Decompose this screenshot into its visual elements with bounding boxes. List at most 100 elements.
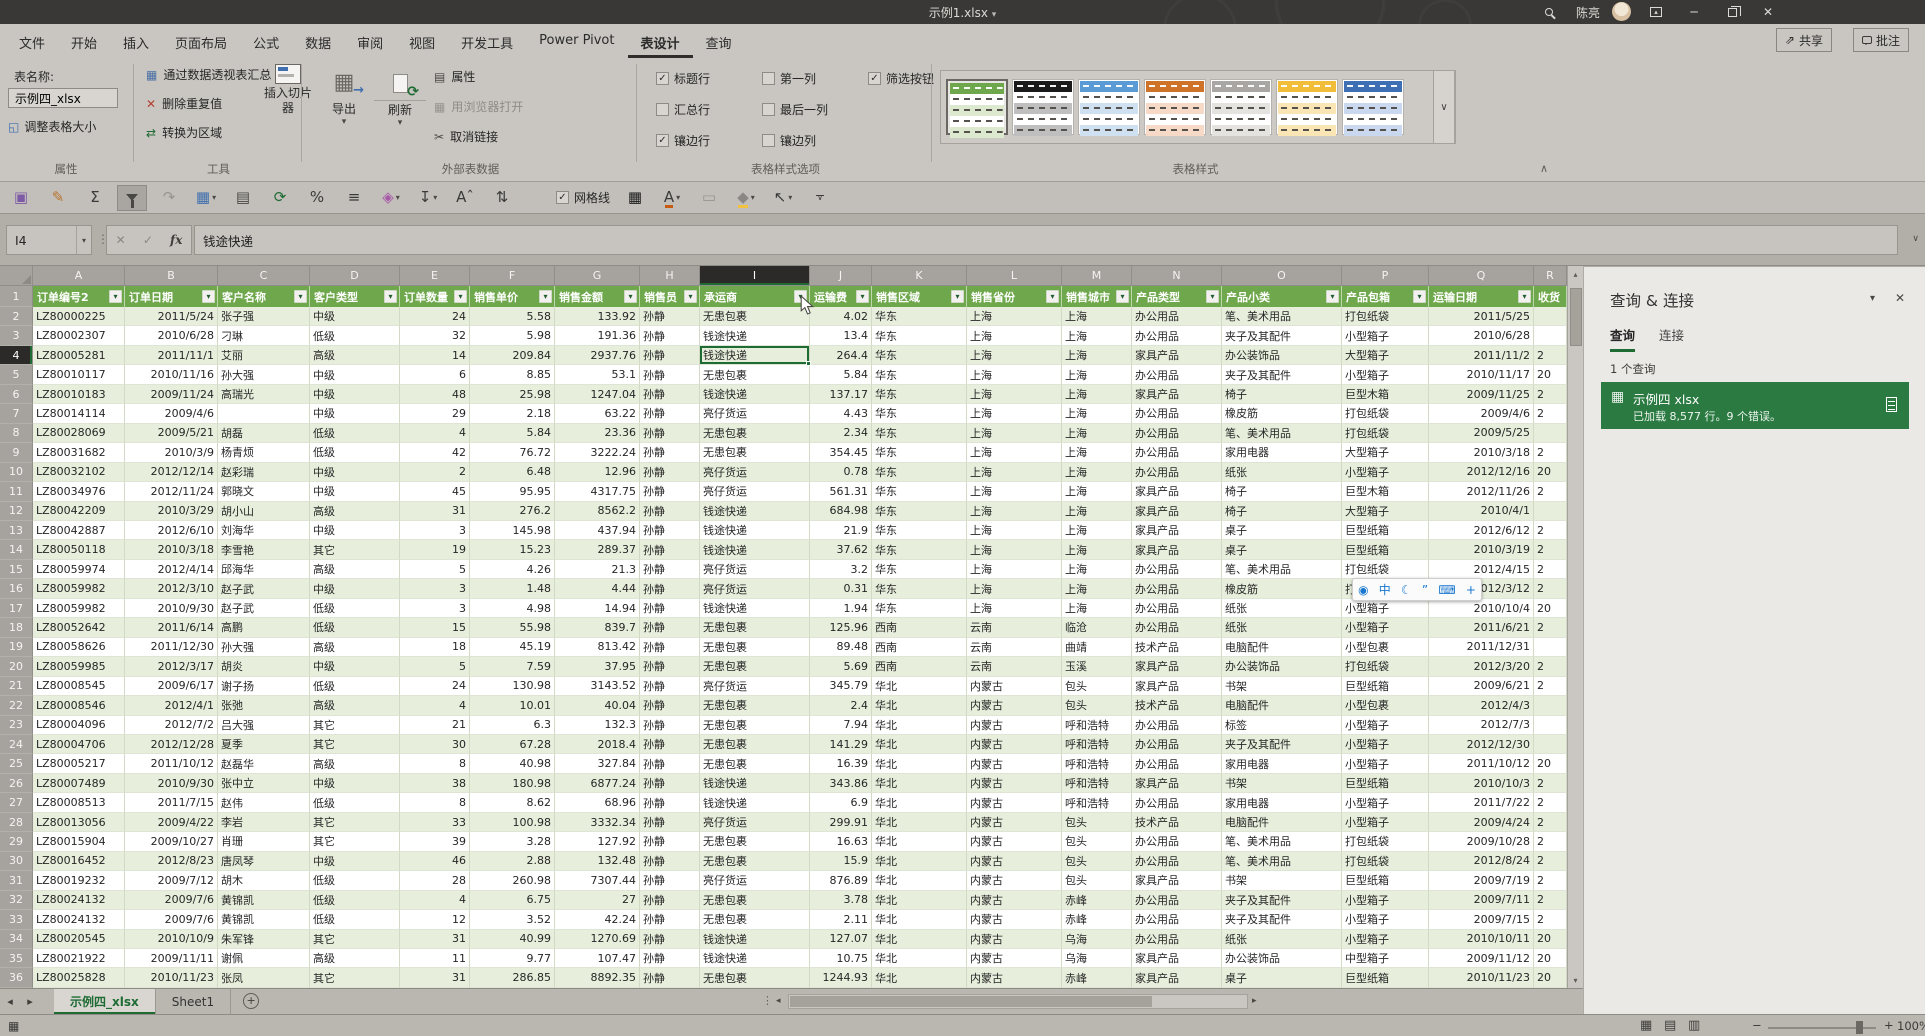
cell-M22[interactable]: 包头 — [1062, 696, 1132, 716]
cell-H20[interactable]: 孙静 — [640, 657, 700, 677]
cell-H9[interactable]: 孙静 — [640, 443, 700, 463]
cell-L13[interactable]: 上海 — [967, 520, 1062, 541]
cell-J20[interactable]: 5.69 — [810, 657, 872, 677]
cell-H27[interactable]: 孙静 — [640, 793, 700, 813]
cell-F28[interactable]: 100.98 — [470, 812, 555, 833]
cell-E10[interactable]: 2 — [400, 462, 470, 483]
cell-G29[interactable]: 127.92 — [555, 832, 640, 852]
cell-K17[interactable]: 华东 — [872, 598, 967, 619]
cell-D15[interactable]: 高级 — [310, 559, 400, 580]
formula-input[interactable]: 钱途快递 — [194, 225, 1898, 255]
cell-D25[interactable]: 高级 — [310, 754, 400, 774]
cell-G14[interactable]: 289.37 — [555, 540, 640, 560]
font-color-icon[interactable]: A ▾ — [657, 185, 687, 211]
cell-B16[interactable]: 2012/3/10 — [125, 579, 218, 599]
cell-D30[interactable]: 中级 — [310, 851, 400, 872]
cell-Q8[interactable]: 2009/5/25 — [1429, 423, 1534, 444]
cell-F20[interactable]: 7.59 — [470, 657, 555, 677]
cell-B35[interactable]: 2009/11/11 — [125, 948, 218, 969]
cell-E26[interactable]: 38 — [400, 773, 470, 794]
cell-E20[interactable]: 5 — [400, 657, 470, 677]
cell-G2[interactable]: 133.92 — [555, 307, 640, 327]
page-layout-view-icon[interactable]: ▤ — [1664, 1018, 1676, 1033]
save-icon[interactable]: ▣ — [6, 185, 36, 211]
refresh-data-icon[interactable]: ⟳ — [265, 185, 295, 211]
cell-R23[interactable] — [1534, 715, 1567, 735]
cell-P29[interactable]: 打包纸袋 — [1342, 832, 1429, 852]
cell-E22[interactable]: 4 — [400, 696, 470, 716]
cell-N35[interactable]: 家具产品 — [1132, 948, 1222, 969]
column-letter-J[interactable]: J — [810, 266, 872, 286]
cell-I4[interactable]: 钱途快递 — [700, 345, 811, 367]
cell-A29[interactable]: LZ80015904 — [33, 832, 125, 852]
cell-D7[interactable]: 中级 — [310, 404, 400, 424]
cell-D28[interactable]: 其它 — [310, 812, 400, 833]
search-icon[interactable] — [1537, 0, 1561, 24]
cell-N18[interactable]: 办公用品 — [1132, 618, 1222, 638]
column-letter-I[interactable]: I — [700, 266, 810, 286]
cell-Q7[interactable]: 2009/4/6 — [1429, 404, 1534, 424]
cell-F15[interactable]: 4.26 — [470, 559, 555, 580]
cell-F35[interactable]: 9.77 — [470, 948, 555, 969]
cell-C32[interactable]: 黄锦凯 — [218, 890, 310, 911]
ribbon-tab-公式[interactable]: 公式 — [240, 24, 292, 58]
cell-R20[interactable]: 2 — [1534, 657, 1567, 677]
table-style-orange[interactable] — [1144, 79, 1206, 136]
cell-Q5[interactable]: 2010/11/17 — [1429, 365, 1534, 385]
option-第一列[interactable]: 第一列 — [762, 70, 816, 87]
cell-P28[interactable]: 小型箱子 — [1342, 812, 1429, 833]
insert-table-icon[interactable]: ▦ ▾ — [191, 185, 221, 211]
filter-button-M[interactable]: ▾ — [1116, 290, 1129, 303]
option-汇总行[interactable]: 汇总行 — [656, 101, 710, 118]
cell-B27[interactable]: 2011/7/15 — [125, 793, 218, 813]
row-number-31[interactable]: 31 — [0, 871, 33, 891]
cell-F9[interactable]: 76.72 — [470, 443, 555, 463]
cell-K23[interactable]: 华北 — [872, 715, 967, 735]
cell-H31[interactable]: 孙静 — [640, 871, 700, 891]
row-number-12[interactable]: 12 — [0, 501, 33, 521]
cell-B11[interactable]: 2012/11/24 — [125, 482, 218, 502]
cell-B8[interactable]: 2009/5/21 — [125, 423, 218, 444]
cell-R26[interactable]: 2 — [1534, 773, 1567, 794]
cell-E34[interactable]: 31 — [400, 929, 470, 949]
header-F[interactable]: 销售单价 ▾ — [470, 286, 555, 307]
cell-M5[interactable]: 上海 — [1062, 365, 1132, 385]
cell-G26[interactable]: 6877.24 — [555, 773, 640, 794]
cell-J31[interactable]: 876.89 — [810, 871, 872, 891]
vertical-scroll-thumb[interactable] — [1570, 288, 1582, 346]
cell-N29[interactable]: 办公用品 — [1132, 832, 1222, 852]
ribbon-tab-表设计[interactable]: 表设计 — [627, 24, 693, 58]
cell-J18[interactable]: 125.96 — [810, 618, 872, 638]
cell-P33[interactable]: 小型箱子 — [1342, 910, 1429, 930]
hscroll-left-icon[interactable]: ◂ — [776, 996, 781, 1006]
ribbon-display-options-icon[interactable]: ▴ — [1642, 0, 1670, 24]
cell-Q35[interactable]: 2009/11/12 — [1429, 948, 1534, 969]
cell-L7[interactable]: 上海 — [967, 404, 1062, 424]
cell-Q10[interactable]: 2012/12/16 — [1429, 462, 1534, 483]
cell-J24[interactable]: 141.29 — [810, 734, 872, 755]
cell-N24[interactable]: 办公用品 — [1132, 734, 1222, 755]
cell-H34[interactable]: 孙静 — [640, 929, 700, 949]
cell-E13[interactable]: 3 — [400, 520, 470, 541]
cell-C33[interactable]: 黄锦凯 — [218, 910, 310, 930]
cell-H28[interactable]: 孙静 — [640, 812, 700, 833]
cell-L6[interactable]: 上海 — [967, 384, 1062, 405]
cell-Q30[interactable]: 2012/8/24 — [1429, 851, 1534, 872]
filter-button-G[interactable]: ▾ — [624, 290, 637, 303]
cell-M32[interactable]: 赤峰 — [1062, 890, 1132, 911]
refresh-button[interactable]: ⟳ 刷新 ▾ — [374, 66, 426, 128]
row-number-3[interactable]: 3 — [0, 326, 33, 346]
cell-Q23[interactable]: 2012/7/3 — [1429, 715, 1534, 735]
cell-B12[interactable]: 2010/3/29 — [125, 501, 218, 521]
table-style-black[interactable] — [1012, 79, 1074, 136]
cell-H22[interactable]: 孙静 — [640, 696, 700, 716]
cell-L34[interactable]: 内蒙古 — [967, 929, 1062, 949]
cell-N7[interactable]: 办公用品 — [1132, 404, 1222, 424]
header-P[interactable]: 产品包箱 ▾ — [1342, 286, 1429, 307]
cell-G8[interactable]: 23.36 — [555, 423, 640, 444]
option-镶边行[interactable]: ✓ 镶边行 — [656, 132, 710, 149]
cell-A25[interactable]: LZ80005217 — [33, 754, 125, 774]
filter-button-O[interactable]: ▾ — [1326, 290, 1339, 303]
cell-O14[interactable]: 桌子 — [1222, 540, 1342, 560]
cell-J17[interactable]: 1.94 — [810, 598, 872, 619]
